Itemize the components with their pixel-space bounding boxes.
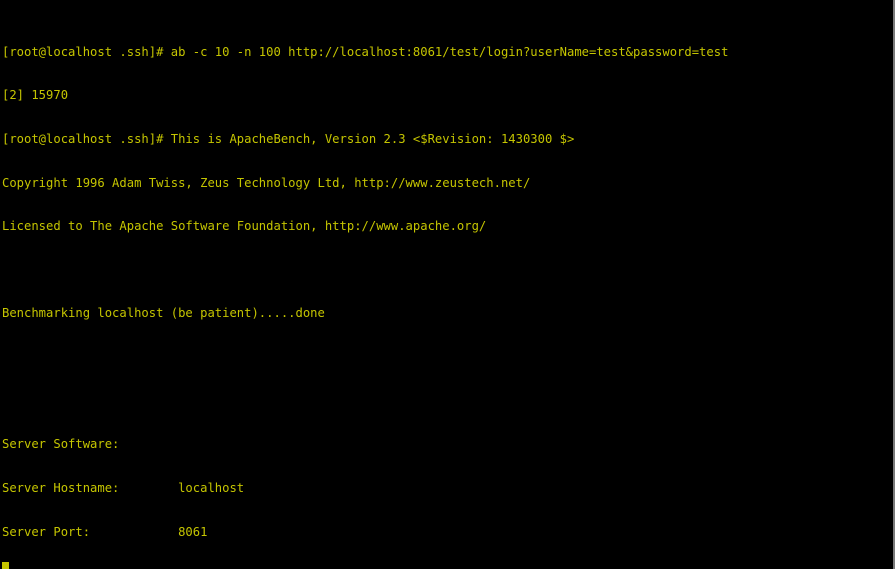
terminal-screen[interactable]: [root@localhost .ssh]# ab -c 10 -n 100 h… bbox=[2, 1, 728, 569]
license-line: Licensed to The Apache Software Foundati… bbox=[2, 219, 487, 234]
server-hostname-line: Server Hostname: localhost bbox=[2, 481, 245, 496]
copyright-line: Copyright 1996 Adam Twiss, Zeus Technolo… bbox=[2, 175, 531, 190]
command-line: [root@localhost .ssh]# ab -c 10 -n 100 h… bbox=[2, 44, 729, 59]
job-pid-line: [2] 15970 bbox=[2, 88, 69, 103]
server-software-line: Server Software: bbox=[2, 437, 179, 452]
version-line: [root@localhost .ssh]# This is ApacheBen… bbox=[2, 131, 575, 146]
benchmark-status-line: Benchmarking localhost (be patient).....… bbox=[2, 306, 325, 321]
server-port-line: Server Port: 8061 bbox=[2, 524, 208, 539]
terminal-window[interactable]: [root@localhost .ssh]# ab -c 10 -n 100 h… bbox=[0, 0, 895, 569]
text-cursor bbox=[2, 562, 10, 569]
